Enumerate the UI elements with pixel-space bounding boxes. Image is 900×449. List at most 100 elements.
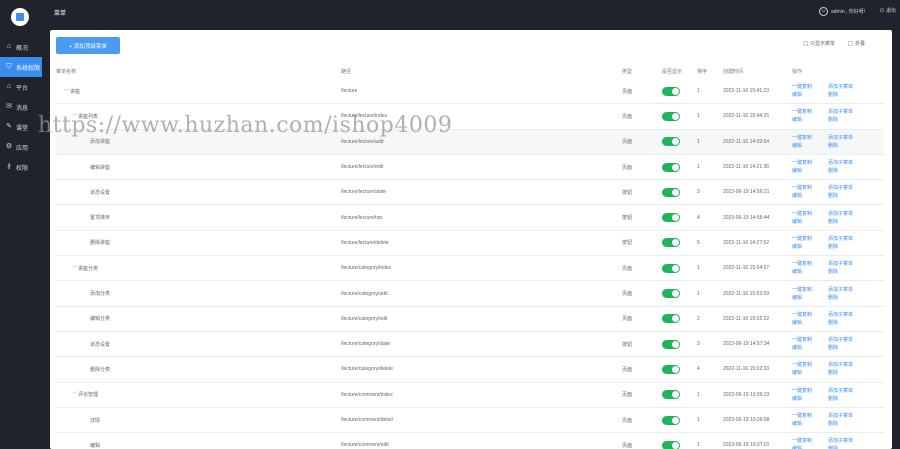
copy-button[interactable]: 一键复制 bbox=[792, 160, 828, 166]
table-row: ﹀ 评论管理/lecture/comment/index 页面 1 2023-06-19… bbox=[56, 383, 884, 408]
delete-button[interactable]: 删除 bbox=[828, 269, 868, 275]
show-toggle[interactable] bbox=[662, 364, 680, 374]
delete-button[interactable]: 删除 bbox=[828, 219, 868, 225]
show-toggle[interactable] bbox=[662, 263, 680, 273]
edit-button[interactable]: 编辑 bbox=[792, 143, 828, 149]
show-toggle[interactable] bbox=[662, 162, 680, 172]
delete-button[interactable]: 删除 bbox=[828, 421, 868, 427]
sidebar-item[interactable]: ⌂ 概况 bbox=[0, 37, 42, 57]
menu-path: /lecture/category/delete bbox=[341, 366, 393, 373]
copy-button[interactable]: 一键复制 bbox=[792, 135, 828, 141]
add-top-menu-button[interactable]: + 添加顶级菜单 bbox=[56, 37, 120, 54]
add-child-button[interactable]: 添加子菜单 bbox=[828, 160, 868, 166]
delete-button[interactable]: 删除 bbox=[828, 345, 868, 351]
menu-name: 详情 bbox=[90, 417, 101, 424]
ops-cell: 一键复制添加子菜单编辑删除 bbox=[792, 130, 884, 154]
sidebar-item[interactable]: ⌂ 平台 bbox=[0, 77, 42, 97]
show-toggle[interactable] bbox=[662, 137, 680, 147]
sidebar-item[interactable]: ✎ 课堂 bbox=[0, 117, 42, 137]
edit-button[interactable]: 编辑 bbox=[792, 396, 828, 402]
delete-button[interactable]: 删除 bbox=[828, 143, 868, 149]
only-menu-checkbox[interactable]: 只显示菜单 bbox=[803, 40, 835, 47]
copy-button[interactable]: 一键复制 bbox=[792, 287, 828, 293]
copy-button[interactable]: 一键复制 bbox=[792, 413, 828, 419]
show-toggle[interactable] bbox=[662, 86, 680, 96]
copy-button[interactable]: 一键复制 bbox=[792, 211, 828, 217]
copy-button[interactable]: 一键复制 bbox=[792, 362, 828, 368]
add-child-button[interactable]: 添加子菜单 bbox=[828, 236, 868, 242]
delete-button[interactable]: 删除 bbox=[828, 168, 868, 174]
delete-button[interactable]: 删除 bbox=[828, 370, 868, 376]
copy-button[interactable]: 一键复制 bbox=[792, 84, 828, 90]
delete-button[interactable]: 删除 bbox=[828, 117, 868, 123]
edit-button[interactable]: 编辑 bbox=[792, 193, 828, 199]
fold-label: 折叠 bbox=[855, 41, 866, 47]
table-row: 置顶排序/lecture/lecture/top 按钮 4 2023-06-19 14… bbox=[56, 206, 884, 231]
add-child-button[interactable]: 添加子菜单 bbox=[828, 337, 868, 343]
copy-button[interactable]: 一键复制 bbox=[792, 438, 828, 444]
show-toggle[interactable] bbox=[662, 213, 680, 223]
delete-button[interactable]: 删除 bbox=[828, 396, 868, 402]
edit-button[interactable]: 编辑 bbox=[792, 92, 828, 98]
menu-type: 页面 bbox=[622, 392, 633, 399]
add-child-button[interactable]: 添加子菜单 bbox=[828, 388, 868, 394]
copy-button[interactable]: 一键复制 bbox=[792, 261, 828, 267]
show-toggle[interactable] bbox=[662, 289, 680, 299]
menu-name: 添加讲座 bbox=[90, 139, 111, 146]
sidebar-item[interactable]: ⛉ 系统权限 bbox=[0, 57, 42, 77]
add-child-button[interactable]: 添加子菜单 bbox=[828, 261, 868, 267]
copy-button[interactable]: 一键复制 bbox=[792, 388, 828, 394]
edit-button[interactable]: 编辑 bbox=[792, 244, 828, 250]
delete-button[interactable]: 删除 bbox=[828, 193, 868, 199]
table-row: 删除分类/lecture/category/delete 页面 4 2022-11-1… bbox=[56, 357, 884, 383]
add-child-button[interactable]: 添加子菜单 bbox=[828, 185, 868, 191]
add-child-button[interactable]: 添加子菜单 bbox=[828, 84, 868, 90]
show-toggle[interactable] bbox=[662, 187, 680, 197]
add-child-button[interactable]: 添加子菜单 bbox=[828, 287, 868, 293]
edit-button[interactable]: 编辑 bbox=[792, 219, 828, 225]
home-icon: ⌂ bbox=[6, 43, 12, 50]
sidebar-item[interactable]: ⚷ 权限 bbox=[0, 157, 42, 177]
sidebar-item[interactable]: ✉ 消息 bbox=[0, 97, 42, 117]
edit-button[interactable]: 编辑 bbox=[792, 269, 828, 275]
show-toggle[interactable] bbox=[662, 238, 680, 248]
sidebar-item[interactable]: ⚙ 应用 bbox=[0, 137, 42, 157]
show-toggle[interactable] bbox=[662, 339, 680, 349]
delete-button[interactable]: 删除 bbox=[828, 320, 868, 326]
delete-button[interactable]: 删除 bbox=[828, 244, 868, 250]
copy-button[interactable]: 一键复制 bbox=[792, 236, 828, 242]
edit-button[interactable]: 编辑 bbox=[792, 168, 828, 174]
show-toggle[interactable] bbox=[662, 111, 680, 121]
add-child-button[interactable]: 添加子菜单 bbox=[828, 135, 868, 141]
edit-button[interactable]: 编辑 bbox=[792, 117, 828, 123]
copy-button[interactable]: 一键复制 bbox=[792, 312, 828, 318]
add-child-button[interactable]: 添加子菜单 bbox=[828, 438, 868, 444]
edit-button[interactable]: 编辑 bbox=[792, 320, 828, 326]
logout-button[interactable]: ⏻ 退出 bbox=[880, 7, 896, 15]
add-child-button[interactable]: 添加子菜单 bbox=[828, 413, 868, 419]
table-row: 删除讲座/lecture/lecture/delete 按钮 5 2022-11-16… bbox=[56, 231, 884, 257]
user-menu[interactable]: ☺ admin , 你好呀! bbox=[819, 7, 865, 16]
edit-button[interactable]: 编辑 bbox=[792, 295, 828, 301]
edit-button[interactable]: 编辑 bbox=[792, 370, 828, 376]
show-toggle[interactable] bbox=[662, 314, 680, 324]
show-toggle[interactable] bbox=[662, 390, 680, 400]
delete-button[interactable]: 删除 bbox=[828, 92, 868, 98]
fold-checkbox[interactable]: 折叠 bbox=[848, 40, 865, 47]
edit-button[interactable]: 编辑 bbox=[792, 421, 828, 427]
add-child-button[interactable]: 添加子菜单 bbox=[828, 312, 868, 318]
copy-button[interactable]: 一键复制 bbox=[792, 109, 828, 115]
add-child-button[interactable]: 添加子菜单 bbox=[828, 362, 868, 368]
add-child-button[interactable]: 添加子菜单 bbox=[828, 109, 868, 115]
delete-button[interactable]: 删除 bbox=[828, 295, 868, 301]
show-toggle[interactable] bbox=[662, 440, 680, 449]
user-icon: ☺ bbox=[819, 7, 828, 16]
copy-button[interactable]: 一键复制 bbox=[792, 337, 828, 343]
edit-button[interactable]: 编辑 bbox=[792, 345, 828, 351]
show-cell bbox=[662, 433, 680, 449]
menu-name-cell: 状态设置 bbox=[56, 180, 110, 204]
add-child-button[interactable]: 添加子菜单 bbox=[828, 211, 868, 217]
app-logo[interactable] bbox=[11, 8, 29, 26]
copy-button[interactable]: 一键复制 bbox=[792, 185, 828, 191]
show-toggle[interactable] bbox=[662, 415, 680, 425]
